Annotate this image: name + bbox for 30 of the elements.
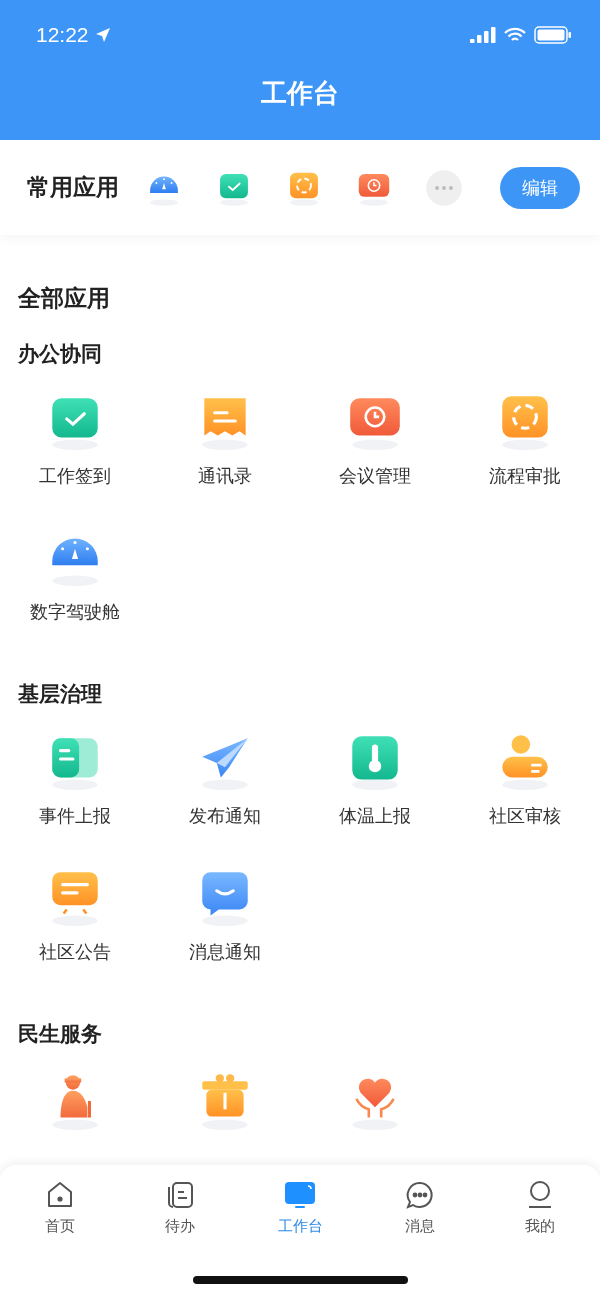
signal-icon (470, 27, 496, 43)
tab-item[interactable]: 消息 (365, 1179, 475, 1236)
category-title: 基层治理 (17, 681, 103, 708)
tab-item[interactable]: 待办 (125, 1179, 235, 1236)
clock-time: 12:22 (36, 23, 89, 47)
app-label[interactable]: 体温上报 (339, 804, 411, 828)
app-label[interactable]: 流程审批 (489, 464, 561, 488)
page-title: 工作台 (260, 77, 340, 110)
app-label[interactable]: 消息通知 (189, 940, 261, 964)
app-label[interactable]: 事件上报 (39, 804, 111, 828)
tab-item[interactable]: 工作台 (245, 1179, 355, 1236)
more-icon[interactable] (425, 168, 463, 207)
location-arrow-icon (94, 27, 111, 43)
chat-icon (404, 1179, 436, 1211)
battery-icon (534, 26, 572, 44)
app-label[interactable]: 数字驾驶舱 (30, 600, 120, 624)
category-title: 民生服务 (17, 1021, 103, 1048)
app-label[interactable]: 社区公告 (39, 940, 111, 964)
tab-item[interactable]: 首页 (5, 1179, 115, 1236)
section-title: 全部应用 (17, 284, 111, 313)
tab-item[interactable]: 我的 (485, 1179, 595, 1236)
wifi-icon (504, 27, 526, 43)
app-label[interactable]: 通讯录 (198, 464, 252, 488)
category-title: 办公协同 (17, 341, 103, 368)
app-label[interactable]: 工作签到 (39, 464, 111, 488)
app-label[interactable]: 会议管理 (339, 464, 411, 488)
app-label[interactable]: 社区审核 (489, 804, 561, 828)
section-title: 常用应用 (27, 173, 119, 202)
monitor-icon (284, 1179, 316, 1211)
app-label[interactable]: 发布通知 (189, 804, 261, 828)
